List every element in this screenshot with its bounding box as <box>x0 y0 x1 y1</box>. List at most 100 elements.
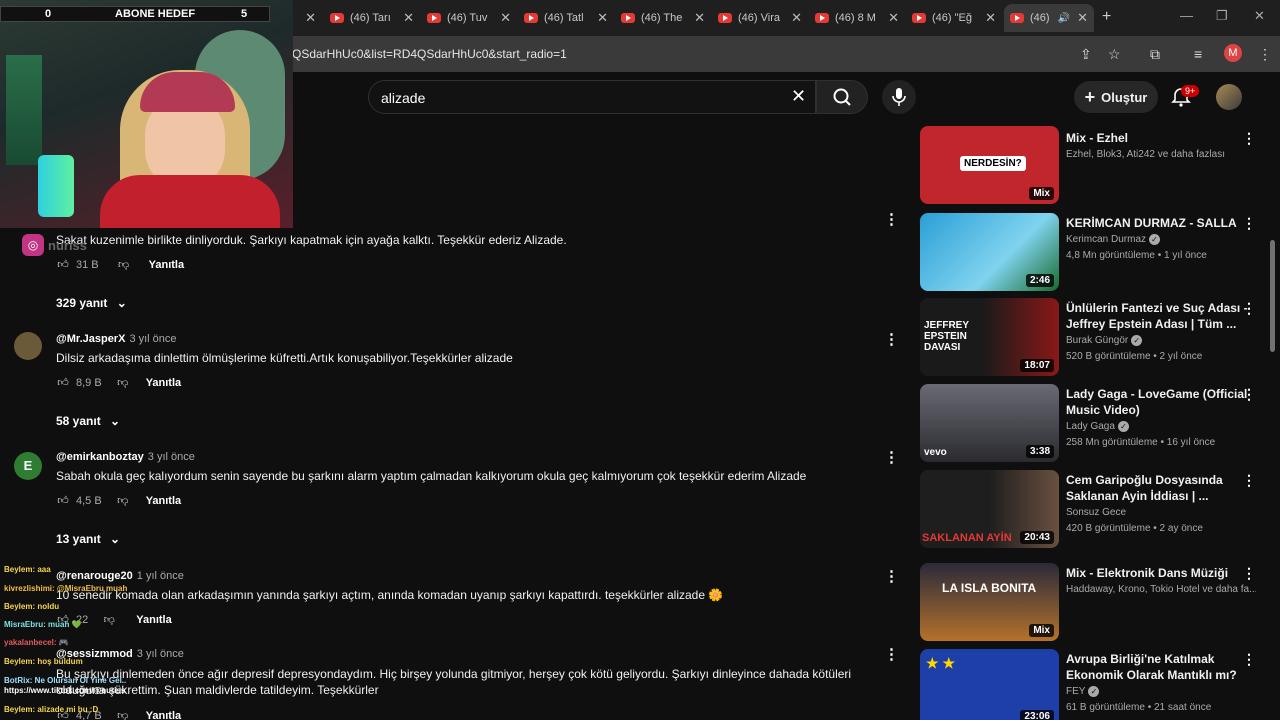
video-title[interactable]: Mix - Elektronik Dans Müziği <box>1066 565 1256 581</box>
recommended-video[interactable]: 2:46 KERİMCAN DURMAZ - SALLA Kerimcan Du… <box>920 213 1260 293</box>
recommended-video[interactable]: ★ ★ 23:06 Avrupa Birliği'ne Katılmak Eko… <box>920 649 1260 720</box>
create-button[interactable]: + Oluştur <box>1074 81 1158 113</box>
video-title[interactable]: Lady Gaga - LoveGame (Official Music Vid… <box>1066 386 1256 418</box>
close-icon[interactable]: ✕ <box>985 10 996 26</box>
close-icon[interactable]: ✕ <box>403 10 414 26</box>
video-thumbnail[interactable]: vevo 3:38 <box>920 384 1059 462</box>
channel-name[interactable]: Ezhel, Blok3, Ati242 ve daha fazlası <box>1066 149 1256 160</box>
video-thumbnail[interactable]: LA ISLA BONITA Mix <box>920 563 1059 641</box>
recommended-video[interactable]: SAKLANAN AYİN 20:43 Cem Garipoğlu Dosyas… <box>920 470 1260 550</box>
dislike-icon[interactable]: 👎︎ <box>117 258 131 271</box>
media-control-icon[interactable]: ≡ <box>1194 46 1202 62</box>
dislike-icon[interactable]: 👎︎ <box>116 494 130 507</box>
close-icon[interactable]: ✕ <box>1077 10 1088 26</box>
video-menu-icon[interactable]: ⋮ <box>1242 386 1256 403</box>
commenter-avatar[interactable] <box>14 332 42 360</box>
profile-avatar[interactable]: M <box>1224 44 1242 62</box>
voice-search-button[interactable] <box>882 80 916 114</box>
tab-close-0[interactable]: ✕ <box>300 4 320 32</box>
comment-menu-icon[interactable]: ⋮ <box>884 567 899 585</box>
video-menu-icon[interactable]: ⋮ <box>1242 472 1256 489</box>
comment-author[interactable]: @emirkanboztay 3 yıl önce <box>56 451 195 463</box>
like-icon[interactable]: 👍︎ <box>56 376 70 389</box>
browser-tab[interactable]: (46) The ✕ <box>621 4 711 32</box>
video-menu-icon[interactable]: ⋮ <box>1242 565 1256 582</box>
reply-button[interactable]: Yanıtla <box>146 495 181 507</box>
reply-button[interactable]: Yanıtla <box>146 377 181 389</box>
video-menu-icon[interactable]: ⋮ <box>1242 300 1256 317</box>
close-icon[interactable]: ✕ <box>888 10 899 26</box>
recommended-video[interactable]: JEFFREY EPSTEIN DAVASI 18:07 Ünlülerin F… <box>920 298 1260 378</box>
reply-button[interactable]: Yanıtla <box>146 710 181 720</box>
video-thumbnail[interactable]: JEFFREY EPSTEIN DAVASI 18:07 <box>920 298 1059 376</box>
browser-tab[interactable]: (46) Tarı ✕ <box>330 4 420 32</box>
search-button[interactable] <box>816 80 868 114</box>
video-title[interactable]: Avrupa Birliği'ne Katılmak Ekonomik Olar… <box>1066 651 1256 683</box>
close-window-icon[interactable]: ✕ <box>1254 8 1265 24</box>
replies-toggle[interactable]: 13 yanıt ⌄ <box>56 532 120 546</box>
browser-menu-icon[interactable]: ⋮ <box>1258 46 1272 63</box>
dislike-icon[interactable]: 👎︎ <box>116 376 130 389</box>
video-thumbnail[interactable]: NERDESİN? Mix <box>920 126 1059 204</box>
channel-name[interactable]: Burak Güngör ✓ <box>1066 335 1256 346</box>
comment-menu-icon[interactable]: ⋮ <box>884 330 899 348</box>
video-title[interactable]: Mix - Ezhel <box>1066 130 1256 146</box>
comment-menu-icon[interactable]: ⋮ <box>884 448 899 466</box>
close-icon[interactable]: ✕ <box>791 10 802 26</box>
new-tab-button[interactable]: + <box>1102 8 1111 26</box>
browser-tab[interactable]: (46) 8 M ✕ <box>815 4 905 32</box>
channel-name[interactable]: Lady Gaga ✓ <box>1066 421 1256 432</box>
video-menu-icon[interactable]: ⋮ <box>1242 130 1256 147</box>
minimize-icon[interactable]: — <box>1180 8 1193 23</box>
account-avatar[interactable] <box>1216 84 1242 110</box>
comment-menu-icon[interactable]: ⋮ <box>884 210 899 228</box>
video-thumbnail[interactable]: ★ ★ 23:06 <box>920 649 1059 720</box>
search-box[interactable] <box>368 80 816 114</box>
search-input[interactable] <box>381 88 781 108</box>
url-field[interactable]: QSdarHhUc0&list=RD4QSdarHhUc0&start_radi… <box>292 47 567 61</box>
channel-name[interactable]: Haddaway, Krono, Tokio Hotel ve daha fa.… <box>1066 584 1256 595</box>
speaker-icon[interactable]: 🔊 <box>1058 13 1070 24</box>
close-icon[interactable]: ✕ <box>597 10 608 26</box>
browser-tab[interactable]: (46) Vira ✕ <box>718 4 808 32</box>
close-icon[interactable]: ✕ <box>694 10 705 26</box>
scrollbar-thumb[interactable] <box>1270 240 1275 352</box>
channel-name[interactable]: FEY ✓ <box>1066 686 1256 697</box>
replies-toggle[interactable]: 329 yanıt ⌄ <box>56 296 127 310</box>
recommended-video[interactable]: LA ISLA BONITA Mix Mix - Elektronik Dans… <box>920 563 1260 643</box>
install-icon[interactable]: ⇪ <box>1080 46 1092 63</box>
goal-current: 0 <box>45 8 52 20</box>
restore-icon[interactable]: ❐ <box>1216 8 1228 24</box>
browser-tab[interactable]: (46) Tuv ✕ <box>427 4 517 32</box>
like-icon[interactable]: 👍︎ <box>56 494 70 507</box>
comment-author[interactable]: @renarouge20 1 yıl önce <box>56 570 184 582</box>
reply-button[interactable]: Yanıtla <box>136 614 171 626</box>
dislike-icon[interactable]: 👎︎ <box>102 613 116 626</box>
video-title[interactable]: Cem Garipoğlu Dosyasında Saklanan Ayin İ… <box>1066 472 1256 504</box>
video-meta: 61 B görüntüleme • 21 saat önce <box>1066 702 1212 713</box>
comment-author[interactable]: @Mr.JasperX 3 yıl önce <box>56 333 177 345</box>
extensions-icon[interactable]: ⧉ <box>1150 46 1160 63</box>
dislike-icon[interactable]: 👎︎ <box>116 709 130 720</box>
video-thumbnail[interactable]: SAKLANAN AYİN 20:43 <box>920 470 1059 548</box>
browser-tab-active[interactable]: (46) 🔊 ✕ <box>1004 4 1094 32</box>
video-menu-icon[interactable]: ⋮ <box>1242 651 1256 668</box>
browser-tab[interactable]: (46) "Eğ ✕ <box>912 4 1002 32</box>
close-icon[interactable]: ✕ <box>500 10 511 26</box>
clear-search-icon[interactable]: ✕ <box>791 86 806 107</box>
recommended-video[interactable]: NERDESİN? Mix Mix - Ezhel Ezhel, Blok3, … <box>920 126 1260 206</box>
channel-name[interactable]: Kerimcan Durmaz ✓ <box>1066 234 1256 245</box>
comment-menu-icon[interactable]: ⋮ <box>884 645 899 663</box>
channel-name[interactable]: Sonsuz Gece <box>1066 507 1256 518</box>
commenter-avatar[interactable]: E <box>14 452 42 480</box>
browser-tab[interactable]: (46) Tatl ✕ <box>524 4 614 32</box>
recommended-video[interactable]: vevo 3:38 Lady Gaga - LoveGame (Official… <box>920 384 1260 464</box>
replies-toggle[interactable]: 58 yanıt ⌄ <box>56 414 120 428</box>
reply-button[interactable]: Yanıtla <box>149 259 184 271</box>
bookmark-star-icon[interactable]: ☆ <box>1108 46 1121 63</box>
video-menu-icon[interactable]: ⋮ <box>1242 215 1256 232</box>
video-thumbnail[interactable]: 2:46 <box>920 213 1059 291</box>
video-title[interactable]: KERİMCAN DURMAZ - SALLA <box>1066 215 1256 231</box>
video-title[interactable]: Ünlülerin Fantezi ve Suç Adası - Jeffrey… <box>1066 300 1256 332</box>
like-icon[interactable]: 👍︎ <box>56 258 70 271</box>
